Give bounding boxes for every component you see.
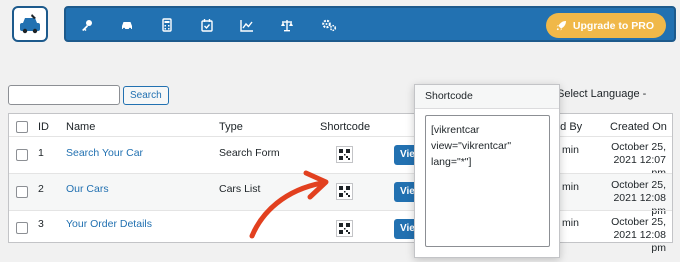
shortcode-textarea[interactable]: [vikrentcar view="vikrentcar" lang="*"] — [425, 115, 550, 247]
shortcode-qr-button[interactable] — [336, 146, 353, 163]
cogs-icon[interactable] — [321, 17, 337, 33]
row-checkbox[interactable] — [16, 149, 28, 161]
row-id: 1 — [38, 147, 44, 159]
language-select[interactable]: Select Language - — [557, 88, 646, 100]
row-id: 2 — [38, 183, 44, 195]
qr-code-icon — [339, 186, 350, 197]
column-header-id[interactable]: ID — [38, 121, 49, 133]
column-header-created-on[interactable]: Created On — [610, 121, 667, 133]
row-date: October 25, 2021 12:08 pm — [611, 216, 666, 254]
row-name-link[interactable]: Search Your Car — [66, 147, 143, 159]
upgrade-label: Upgrade to PRO — [572, 19, 654, 32]
column-header-name[interactable]: Name — [66, 121, 95, 133]
top-nav-bar: Upgrade to PRO — [64, 6, 676, 42]
row-name-link[interactable]: Our Cars — [66, 183, 109, 195]
car-icon[interactable] — [119, 17, 135, 33]
car-wrench-logo-icon — [20, 14, 40, 34]
shortcodes-table: ID Name Type Shortcode ted By Created On… — [8, 113, 673, 254]
table-row: 3 Your Order Details View min October 25… — [9, 210, 672, 254]
app-logo[interactable] — [12, 6, 48, 42]
column-header-shortcode[interactable]: Shortcode — [320, 121, 370, 133]
select-all-checkbox[interactable] — [16, 121, 28, 133]
row-name-link[interactable]: Your Order Details — [66, 218, 152, 230]
shortcode-popup: Shortcode [vikrentcar view="vikrentcar" … — [414, 84, 560, 258]
shortcode-qr-button[interactable] — [336, 220, 353, 237]
row-checkbox[interactable] — [16, 222, 28, 234]
table-row: 2 Our Cars Cars List View min October 25… — [9, 173, 672, 217]
row-author: min — [562, 181, 579, 193]
scale-icon[interactable] — [279, 17, 295, 33]
calendar-check-icon[interactable] — [199, 17, 215, 33]
row-type: Cars List — [219, 183, 261, 195]
shortcode-qr-button[interactable] — [336, 183, 353, 200]
qr-code-icon — [339, 223, 350, 234]
upgrade-to-pro-button[interactable]: Upgrade to PRO — [545, 13, 666, 38]
search-button[interactable]: Search — [123, 86, 169, 105]
popup-title: Shortcode — [415, 85, 559, 109]
search-input[interactable] — [8, 85, 120, 105]
row-author: min — [562, 217, 579, 229]
row-author: min — [562, 144, 579, 156]
column-header-type[interactable]: Type — [219, 121, 243, 133]
row-type: Search Form — [219, 147, 280, 159]
key-icon[interactable] — [79, 17, 95, 33]
rocket-icon — [556, 21, 566, 31]
qr-code-icon — [339, 149, 350, 160]
table-row: 1 Search Your Car Search Form View min O… — [9, 136, 672, 179]
chart-icon[interactable] — [239, 17, 255, 33]
calculator-icon[interactable] — [159, 17, 175, 33]
row-checkbox[interactable] — [16, 186, 28, 198]
row-id: 3 — [38, 218, 44, 230]
